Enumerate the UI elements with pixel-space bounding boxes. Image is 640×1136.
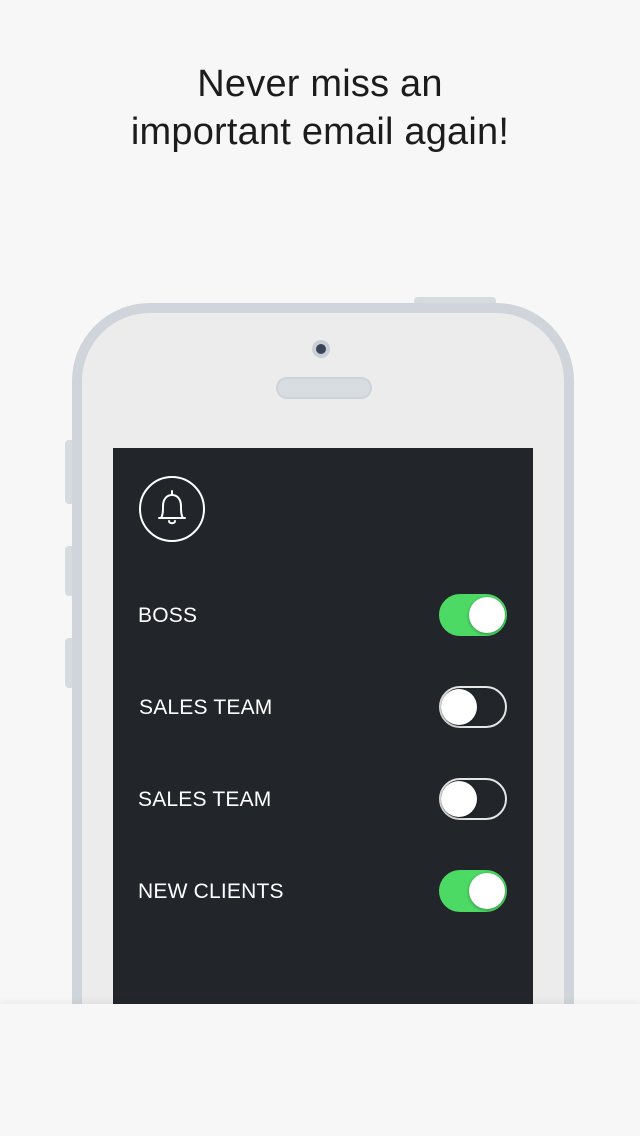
phone-screen: BOSS SALES TEAM SALES TEAM NEW CLIENTS (113, 448, 533, 1008)
phone-speaker (276, 377, 372, 399)
toggle-knob (469, 597, 505, 633)
row-label: BOSS (138, 604, 198, 627)
phone-camera (312, 340, 330, 358)
toggle-switch[interactable] (439, 778, 507, 820)
row-label: NEW CLIENTS (138, 880, 284, 903)
toggle-switch[interactable] (439, 594, 507, 636)
headline-line-1: Never miss an (197, 63, 443, 105)
toggle-switch[interactable] (439, 870, 507, 912)
list-item: SALES TEAM (113, 686, 533, 730)
list-item: BOSS (113, 594, 533, 638)
bell-icon-glyph (158, 490, 186, 525)
list-item: NEW CLIENTS (113, 870, 533, 914)
toggle-switch[interactable] (439, 686, 507, 728)
toggle-knob (441, 781, 477, 817)
headline-line-2: important email again! (130, 111, 510, 153)
bell-icon[interactable] (139, 476, 205, 542)
row-label: SALES TEAM (138, 788, 272, 811)
row-label: SALES TEAM (139, 696, 273, 719)
list-item: SALES TEAM (113, 778, 533, 822)
headline: Never miss an important email again! (0, 60, 640, 156)
toggle-knob (469, 873, 505, 909)
promo-page: Never miss an important email again! BOS… (0, 0, 640, 1136)
toggle-knob (441, 689, 477, 725)
bottom-panel (0, 1004, 640, 1136)
